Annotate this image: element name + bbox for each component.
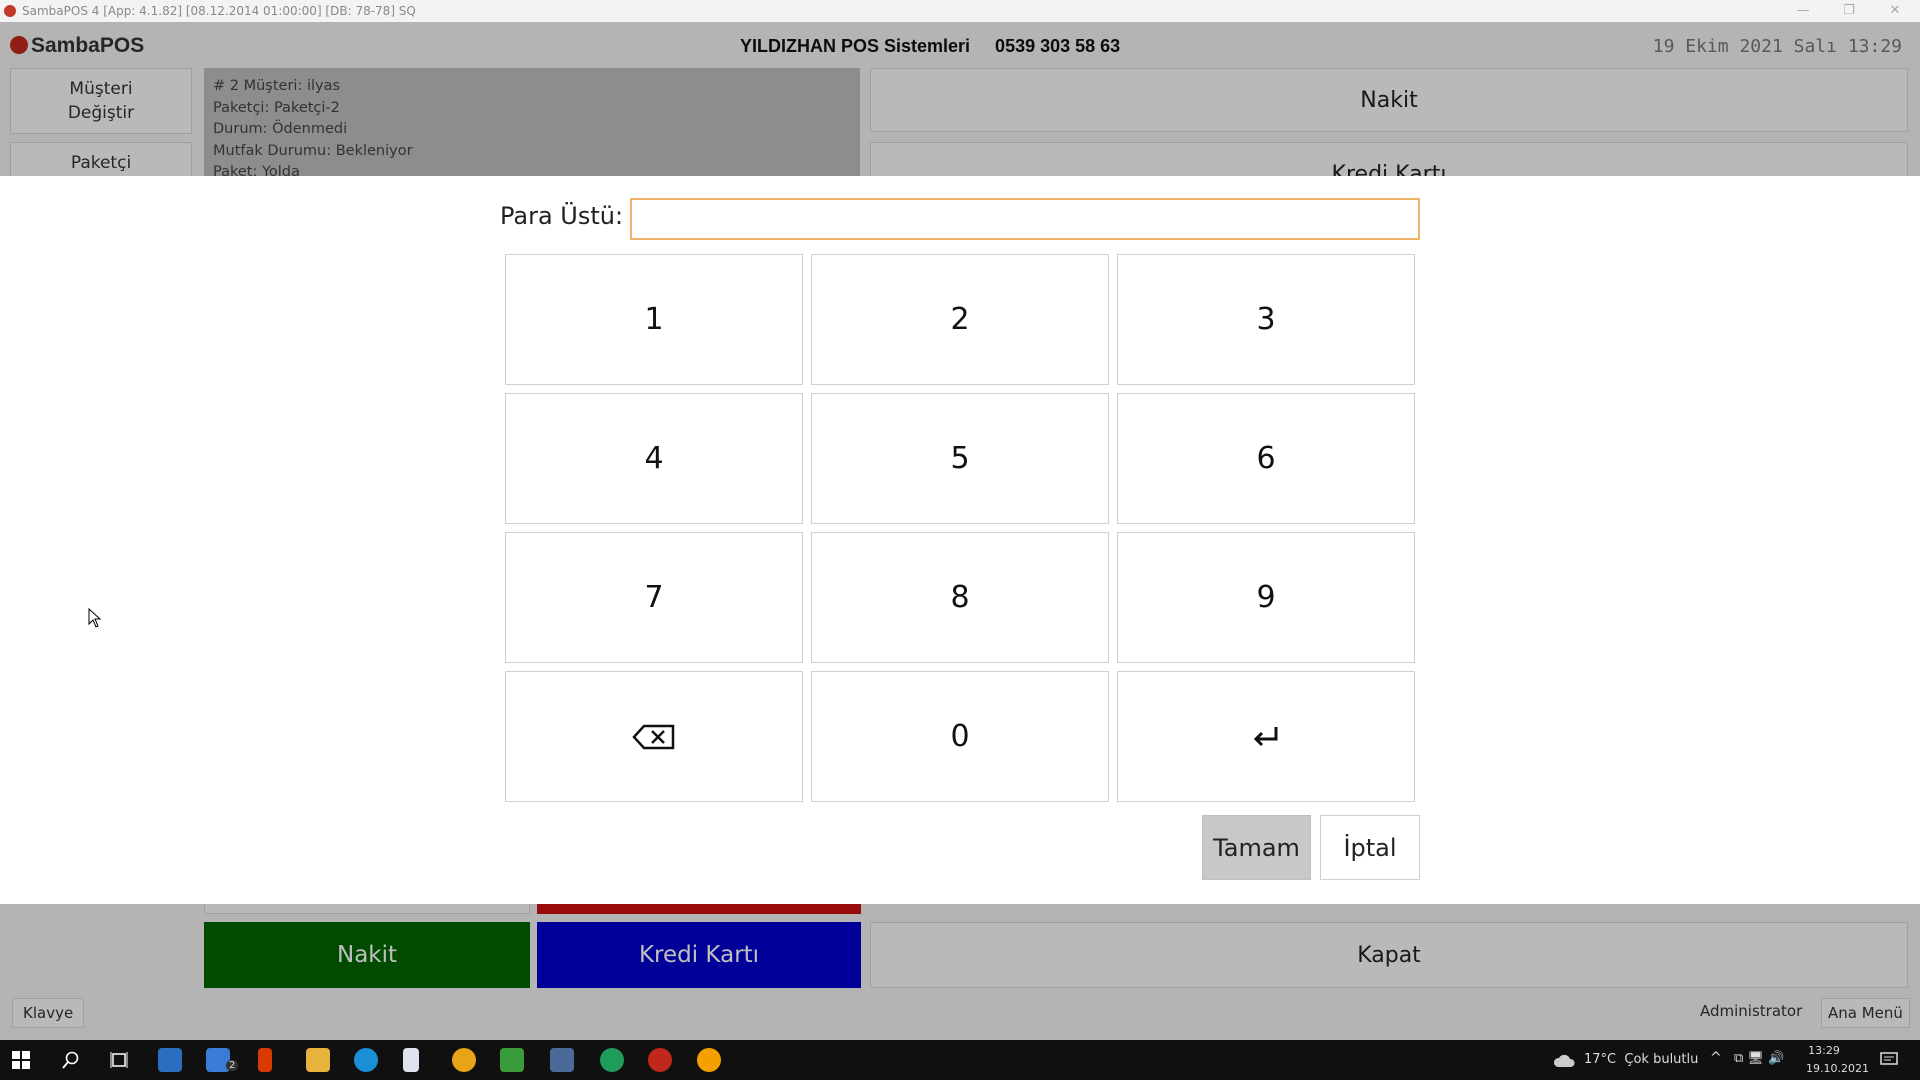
ok-button[interactable]: Tamam <box>1202 815 1311 880</box>
file-explorer-icon[interactable] <box>306 1048 330 1072</box>
taskbar: 2 17°C Çok bulutlu ^ ⧉ 🖥 🔊 13:29 19.10.2… <box>0 1040 1920 1080</box>
mouse-cursor-icon <box>88 608 102 628</box>
edge-icon[interactable] <box>354 1048 378 1072</box>
key-8[interactable]: 8 <box>811 532 1109 663</box>
key-0[interactable]: 0 <box>811 671 1109 802</box>
app-network-icon[interactable] <box>600 1048 624 1072</box>
change-label: Para Üstü: <box>500 202 624 230</box>
backspace-icon <box>632 724 675 749</box>
minimize-icon[interactable]: — <box>1780 0 1826 22</box>
chrome-2-icon[interactable] <box>697 1048 721 1072</box>
enter-key[interactable] <box>1117 671 1415 802</box>
key-5[interactable]: 5 <box>811 393 1109 524</box>
search-icon[interactable] <box>62 1051 80 1069</box>
tray-chevron-icon[interactable]: ^ <box>1710 1050 1722 1066</box>
enter-icon <box>1253 726 1278 746</box>
key-6[interactable]: 6 <box>1117 393 1415 524</box>
key-4[interactable]: 4 <box>505 393 803 524</box>
key-1[interactable]: 1 <box>505 254 803 385</box>
weather-text[interactable]: 17°C Çok bulutlu <box>1584 1052 1698 1067</box>
sambapos-taskbar-icon[interactable] <box>648 1048 672 1072</box>
key-7[interactable]: 7 <box>505 532 803 663</box>
mail-badge: 2 <box>226 1060 239 1071</box>
windows-start-icon[interactable] <box>12 1051 30 1069</box>
change-input[interactable] <box>630 198 1420 240</box>
window-title: SambaPOS 4 [App: 4.1.82] [08.12.2014 01:… <box>22 4 416 18</box>
taskbar-time[interactable]: 13:29 <box>1806 1044 1842 1057</box>
close-icon[interactable]: ✕ <box>1872 0 1918 22</box>
store-icon[interactable] <box>158 1048 182 1072</box>
notepad-icon[interactable] <box>403 1048 419 1072</box>
app-icon <box>4 5 16 17</box>
restore-icon[interactable]: ❐ <box>1826 0 1872 22</box>
key-3[interactable]: 3 <box>1117 254 1415 385</box>
tray-icons[interactable]: ⧉ 🖥 🔊 <box>1734 1051 1784 1066</box>
key-9[interactable]: 9 <box>1117 532 1415 663</box>
cancel-button[interactable]: İptal <box>1320 815 1420 880</box>
key-2[interactable]: 2 <box>811 254 1109 385</box>
backspace-key[interactable] <box>505 671 803 802</box>
app-green-icon[interactable] <box>500 1048 524 1072</box>
chrome-icon[interactable] <box>452 1048 476 1072</box>
window-titlebar: SambaPOS 4 [App: 4.1.82] [08.12.2014 01:… <box>0 0 1920 22</box>
office-icon[interactable] <box>258 1048 272 1072</box>
taskbar-date[interactable]: 19.10.2021 <box>1806 1062 1869 1075</box>
task-view-icon[interactable] <box>110 1051 128 1069</box>
cloud-icon <box>1553 1054 1575 1067</box>
app-blue-icon[interactable] <box>550 1048 574 1072</box>
notification-icon[interactable] <box>1880 1052 1898 1068</box>
